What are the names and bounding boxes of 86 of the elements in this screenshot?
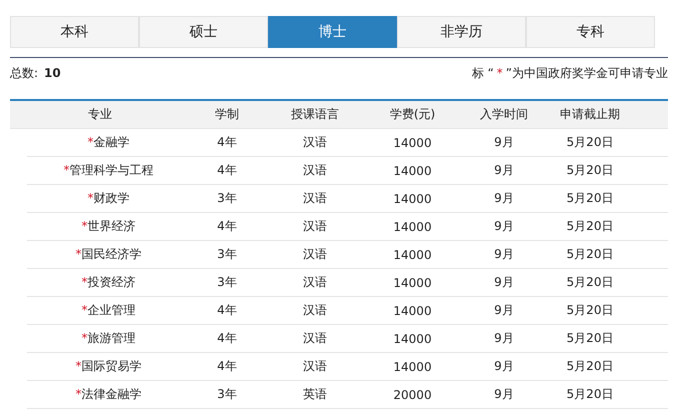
asterisk-mark: * xyxy=(82,219,88,233)
table-cell: 汉语 xyxy=(303,219,327,233)
tab[interactable]: 非学历 xyxy=(397,16,526,48)
table-cell: 汉语 xyxy=(303,191,327,205)
table-cell: 5月20日 xyxy=(566,135,614,149)
column-header: 授课语言 xyxy=(290,106,340,123)
asterisk-mark: * xyxy=(82,331,88,345)
major-link[interactable]: 财政学 xyxy=(94,191,130,205)
tab[interactable]: 硕士 xyxy=(139,16,268,48)
table-cell: 5月20日 xyxy=(566,331,614,345)
table-cell: 14000 xyxy=(393,220,432,234)
major-link[interactable]: 国民经济学 xyxy=(82,247,142,261)
table-cell: 14000 xyxy=(393,164,432,178)
table-cell: 3年 xyxy=(217,247,237,261)
table-cell: 汉语 xyxy=(303,247,327,261)
table-cell: 汉语 xyxy=(303,275,327,289)
table-cell: 4年 xyxy=(217,219,237,233)
table-cell: 9月 xyxy=(494,135,514,149)
table-cell: 9月 xyxy=(494,387,514,401)
table-cell: 汉语 xyxy=(303,303,327,317)
asterisk-mark: * xyxy=(76,247,82,261)
asterisk-mark: * xyxy=(82,303,88,317)
table-cell: 14000 xyxy=(393,136,432,150)
column-header: 学费(元) xyxy=(388,106,436,123)
table-cell: 14000 xyxy=(393,248,432,262)
total-label: 总数: xyxy=(10,66,38,80)
column-header: 入学时间 xyxy=(479,106,529,123)
major-link[interactable]: 旅游管理 xyxy=(88,331,136,345)
table-cell: 5月20日 xyxy=(566,163,614,177)
table-cell: 4年 xyxy=(217,163,237,177)
table-cell: 5月20日 xyxy=(566,191,614,205)
asterisk-mark: * xyxy=(82,275,88,289)
table-cell: 5月20日 xyxy=(566,275,614,289)
column-header: 申请截止期 xyxy=(559,106,621,123)
table-cell: 3年 xyxy=(217,275,237,289)
asterisk-mark: * xyxy=(76,359,82,373)
table-cell: 9月 xyxy=(494,275,514,289)
major-link[interactable]: 管理科学与工程 xyxy=(70,163,154,177)
table-cell: 14000 xyxy=(393,304,432,318)
table-cell: 14000 xyxy=(393,360,432,374)
table-cell: 汉语 xyxy=(303,163,327,177)
major-link[interactable]: 法律金融学 xyxy=(82,387,142,401)
asterisk-mark: * xyxy=(88,135,94,149)
asterisk-mark: * xyxy=(64,163,70,177)
table-cell: 英语 xyxy=(303,387,327,401)
table-cell: 14000 xyxy=(393,192,432,206)
table-cell: 4年 xyxy=(217,135,237,149)
major-link[interactable]: 世界经济 xyxy=(88,219,136,233)
table-cell: 4年 xyxy=(217,359,237,373)
column-header: 学制 xyxy=(214,106,240,123)
table-cell: 汉语 xyxy=(303,135,327,149)
table-cell: 汉语 xyxy=(303,359,327,373)
table-cell: 汉语 xyxy=(303,331,327,345)
table-cell: 9月 xyxy=(494,247,514,261)
legend-text: 标 “ xyxy=(472,66,494,80)
table-cell: 4年 xyxy=(217,331,237,345)
table-cell: 5月20日 xyxy=(566,303,614,317)
table-cell: 5月20日 xyxy=(566,247,614,261)
table-cell: 9月 xyxy=(494,359,514,373)
major-link[interactable]: 投资经济 xyxy=(88,275,136,289)
table-cell: 3年 xyxy=(217,387,237,401)
table-cell: 3年 xyxy=(217,191,237,205)
table-cell: 9月 xyxy=(494,191,514,205)
major-link[interactable]: 国际贸易学 xyxy=(82,359,142,373)
table-cell: 20000 xyxy=(393,388,432,402)
major-link[interactable]: 金融学 xyxy=(94,135,130,149)
asterisk-mark: * xyxy=(76,387,82,401)
table-cell: 9月 xyxy=(494,163,514,177)
table-cell: 5月20日 xyxy=(566,219,614,233)
asterisk-mark: * xyxy=(496,66,503,80)
table-cell: 9月 xyxy=(494,219,514,233)
table-cell: 14000 xyxy=(393,332,432,346)
legend-text: ”为中国政府奖学金可申请专业 xyxy=(506,66,668,80)
total-count: 10 xyxy=(44,66,61,80)
tab[interactable]: 专科 xyxy=(526,16,655,48)
tab[interactable]: 博士 xyxy=(268,16,397,48)
table-cell: 9月 xyxy=(494,331,514,345)
column-header: 专业 xyxy=(87,106,113,123)
table-cell: 14000 xyxy=(393,276,432,290)
table-cell: 5月20日 xyxy=(566,387,614,401)
table-cell: 5月20日 xyxy=(566,359,614,373)
table-cell: 9月 xyxy=(494,303,514,317)
asterisk-mark: * xyxy=(88,191,94,205)
table-cell: 4年 xyxy=(217,303,237,317)
tab[interactable]: 本科 xyxy=(10,16,139,48)
major-link[interactable]: 企业管理 xyxy=(88,303,136,317)
